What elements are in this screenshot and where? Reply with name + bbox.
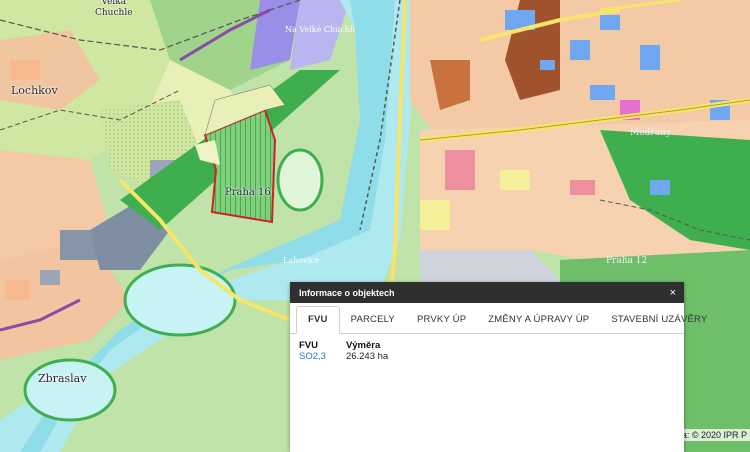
area-column: Výměra 26.243 ha [346,340,388,362]
fvu-header: FVU [299,340,318,351]
label-zbraslav: Zbraslav [38,372,87,385]
panel-titlebar: Informace o objektech × [290,282,684,303]
fvu-value-link[interactable]: SO2,3 [299,351,326,362]
tab-parcely[interactable]: PARCELY [340,307,406,333]
label-velka-chuchle: Velká Chuchle [95,0,133,18]
fvu-column: FVU SO2,3 [299,340,326,362]
object-info-panel: Informace o objektech × FVU PARCELY PRVK… [290,282,707,452]
label-praha-12: Praha 12 [606,256,648,266]
label-na-velke-chuchli: Na Velké Chuchli [285,25,355,34]
tab-fvu[interactable]: FVU [296,306,340,334]
tab-stavebni-uzavery[interactable]: STAVEBNÍ UZÁVĚRY [600,307,718,333]
label-praha-16: Praha 16 [225,187,271,198]
close-icon[interactable]: × [670,287,676,299]
panel-tabs: FVU PARCELY PRVKY ÚP ZMĚNY A ÚPRAVY ÚP S… [290,305,707,334]
area-header: Výměra [345,340,381,351]
area-value: 26.243 ha [345,351,389,362]
label-lochkov: Lochkov [11,84,58,97]
tab-zmeny-a-upravy-up[interactable]: ZMĚNY A ÚPRAVY ÚP [477,307,600,333]
panel-title: Informace o objektech [299,287,395,298]
label-lahovice: Lahovice [283,256,320,265]
tab-prvky-up[interactable]: PRVKY ÚP [406,307,477,333]
label-modrany: Modřany [630,128,671,138]
panel-content: FVU SO2,3 Výměra 26.243 ha [290,334,684,368]
